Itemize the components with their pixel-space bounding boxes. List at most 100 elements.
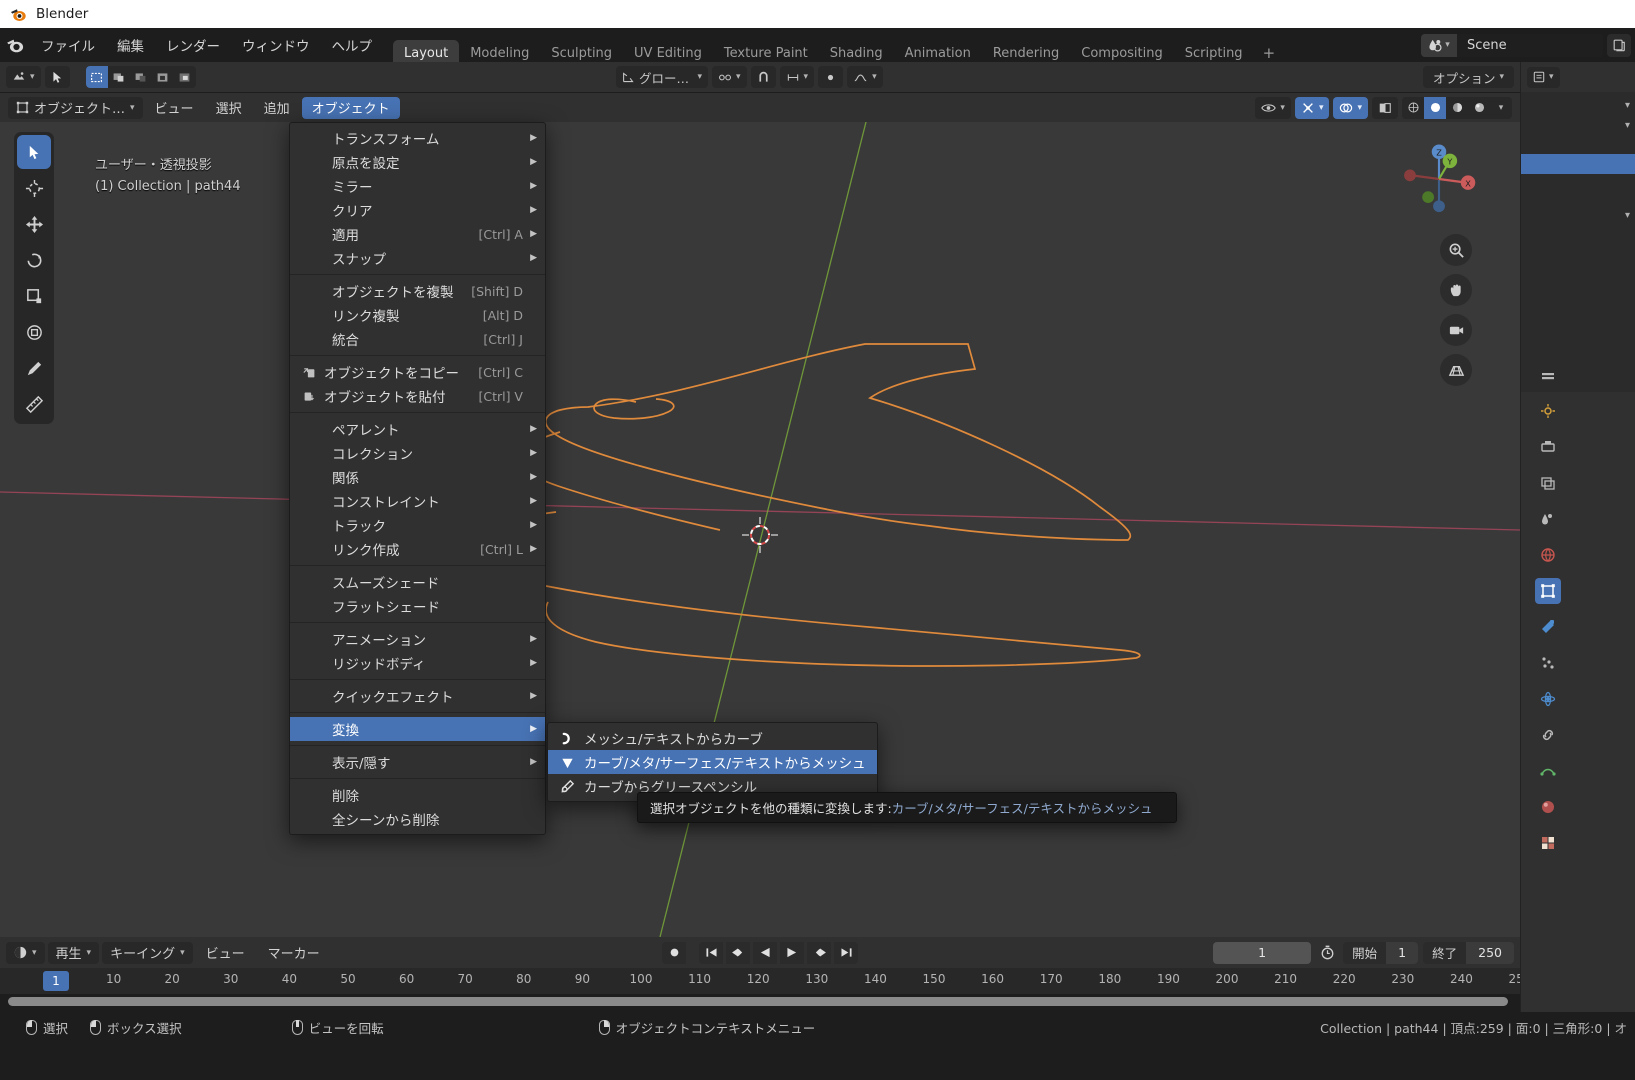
select-invert-icon[interactable]	[152, 66, 174, 88]
tool-cursor[interactable]	[17, 171, 51, 205]
pivot-point-select[interactable]: ▾	[712, 66, 747, 88]
menu-item-33[interactable]: 削除	[290, 783, 545, 807]
texture-properties-icon[interactable]	[1535, 830, 1561, 856]
constraint-properties-icon[interactable]	[1535, 722, 1561, 748]
camera-view-icon[interactable]	[1440, 314, 1472, 346]
play-reverse-button[interactable]	[753, 941, 777, 964]
transform-orientation-select[interactable]: グロー… ▾	[616, 66, 708, 88]
snap-target-select[interactable]: ▾	[779, 66, 815, 88]
auto-keyframe-toggle[interactable]	[662, 941, 686, 964]
convert-submenu[interactable]: メッシュ/テキストからカーブ カーブ/メタ/サーフェス/テキストからメッシュ カーブ…	[547, 722, 878, 802]
convert-submenu-item-0[interactable]: メッシュ/テキストからカーブ	[548, 726, 877, 750]
menu-item-29[interactable]: 変換 ▶	[290, 717, 545, 741]
shading-solid-icon[interactable]	[1424, 96, 1446, 119]
tool-scale[interactable]	[17, 279, 51, 313]
menu-file[interactable]: ファイル	[30, 28, 106, 62]
navigation-gizmo[interactable]: Z X Y	[1400, 140, 1478, 218]
menu-item-8[interactable]: リンク複製 [Alt] D	[290, 303, 545, 327]
tool-measure[interactable]	[17, 387, 51, 421]
world-properties-icon[interactable]	[1535, 542, 1561, 568]
visibility-select[interactable]: ▾	[1255, 96, 1291, 119]
tool-properties-icon[interactable]	[1535, 362, 1561, 388]
menu-item-16[interactable]: 関係 ▶	[290, 465, 545, 489]
menu-item-0[interactable]: トランスフォーム ▶	[290, 126, 545, 150]
object-properties-icon[interactable]	[1535, 578, 1561, 604]
new-scene-button[interactable]	[1607, 33, 1631, 57]
playhead[interactable]: 1	[43, 971, 69, 991]
menu-item-18[interactable]: トラック ▶	[290, 513, 545, 537]
select-box-icon[interactable]	[85, 66, 108, 88]
menu-item-25[interactable]: リジッドボディ ▶	[290, 651, 545, 675]
menu-render[interactable]: レンダー	[155, 28, 231, 62]
data-properties-icon[interactable]	[1535, 758, 1561, 784]
cursor-select-tool-button[interactable]	[44, 66, 70, 88]
menu-item-7[interactable]: オブジェクトを複製 [Shift] D	[290, 279, 545, 303]
outliner-panel[interactable]: ▾ ▾ ▾	[1521, 92, 1635, 392]
menu-item-22[interactable]: フラットシェード	[290, 594, 545, 618]
play-button[interactable]	[780, 941, 804, 964]
scene-properties-icon[interactable]	[1535, 506, 1561, 532]
menu-item-11[interactable]: オブジェクトをコピー [Ctrl] C	[290, 360, 545, 384]
tool-rotate[interactable]	[17, 243, 51, 277]
tool-move[interactable]	[17, 207, 51, 241]
outliner-selected-row[interactable]	[1521, 154, 1635, 174]
menu-item-27[interactable]: クイックエフェクト ▶	[290, 684, 545, 708]
convert-submenu-item-1[interactable]: カーブ/メタ/サーフェス/テキストからメッシュ	[548, 750, 877, 774]
render-properties-icon[interactable]	[1535, 398, 1561, 424]
particle-properties-icon[interactable]	[1535, 650, 1561, 676]
menu-item-9[interactable]: 統合 [Ctrl] J	[290, 327, 545, 351]
jump-next-keyframe-button[interactable]	[807, 941, 831, 964]
viewport-menu-select[interactable]: 選択	[206, 97, 252, 119]
menu-item-2[interactable]: ミラー ▶	[290, 174, 545, 198]
jump-prev-keyframe-button[interactable]	[726, 941, 750, 964]
menu-item-19[interactable]: リンク作成 [Ctrl] L ▶	[290, 537, 545, 561]
playback-popover[interactable]: 再生 ▾	[47, 941, 100, 964]
menu-item-5[interactable]: スナップ ▶	[290, 246, 545, 270]
timeline-menu-view[interactable]: ビュー	[196, 942, 255, 964]
timeline-editor-type[interactable]: ▾	[6, 941, 45, 964]
output-properties-icon[interactable]	[1535, 434, 1561, 460]
timeline-horizontal-scrollbar[interactable]	[8, 997, 1508, 1006]
pan-viewport-icon[interactable]	[1440, 274, 1472, 306]
shading-rendered-icon[interactable]	[1468, 97, 1490, 119]
menu-help[interactable]: ヘルプ	[321, 28, 384, 62]
menu-item-3[interactable]: クリア ▶	[290, 198, 545, 222]
select-extend-icon[interactable]	[108, 66, 130, 88]
select-subtract-icon[interactable]	[130, 66, 152, 88]
zoom-viewport-icon[interactable]	[1440, 234, 1472, 266]
shading-wireframe-icon[interactable]	[1402, 97, 1424, 119]
menu-item-12[interactable]: オブジェクトを貼付 [Ctrl] V	[290, 384, 545, 408]
frame-end-field[interactable]: 終了 250	[1423, 941, 1514, 964]
menu-item-1[interactable]: 原点を設定 ▶	[290, 150, 545, 174]
keying-popover[interactable]: キーイング ▾	[102, 941, 193, 964]
editor-type-selector[interactable]: ▾	[6, 66, 41, 88]
shading-dropdown-icon[interactable]: ▾	[1490, 97, 1512, 119]
scene-name-field[interactable]: Scene	[1457, 33, 1603, 57]
overlays-toggle[interactable]: ▾	[1333, 96, 1368, 119]
menu-item-24[interactable]: アニメーション ▶	[290, 627, 545, 651]
viewport-menu-object[interactable]: オブジェクト	[301, 96, 400, 119]
menu-item-15[interactable]: コレクション ▶	[290, 441, 545, 465]
physics-properties-icon[interactable]	[1535, 686, 1561, 712]
menu-item-34[interactable]: 全シーンから削除	[290, 807, 545, 831]
menu-edit[interactable]: 編集	[106, 28, 155, 62]
timeline-ruler[interactable]: 1 10 20 30 40 50 60 70 80 90 100 110 120 130 140 150 16…	[0, 968, 1531, 994]
menu-item-31[interactable]: 表示/隠す ▶	[290, 750, 545, 774]
material-properties-icon[interactable]	[1535, 794, 1561, 820]
menu-item-17[interactable]: コンストレイント ▶	[290, 489, 545, 513]
xray-toggle[interactable]	[1372, 96, 1398, 119]
frame-start-field[interactable]: 開始 1	[1343, 941, 1419, 964]
scene-selector[interactable]: ▾ Scene	[1421, 33, 1603, 57]
menu-item-4[interactable]: 適用 [Ctrl] A ▶	[290, 222, 545, 246]
tool-transform[interactable]	[17, 315, 51, 349]
timeline-menu-marker[interactable]: マーカー	[258, 942, 330, 964]
modifier-properties-icon[interactable]	[1535, 614, 1561, 640]
select-intersect-icon[interactable]	[174, 66, 196, 88]
proportional-edit-toggle[interactable]	[818, 66, 844, 88]
shading-material-icon[interactable]	[1446, 97, 1468, 119]
jump-to-start-button[interactable]	[699, 941, 723, 964]
toggle-perspective-icon[interactable]	[1440, 354, 1472, 386]
view-layer-properties-icon[interactable]	[1535, 470, 1561, 496]
gizmo-toggle[interactable]: ▾	[1294, 96, 1330, 119]
menu-item-21[interactable]: スムーズシェード	[290, 570, 545, 594]
